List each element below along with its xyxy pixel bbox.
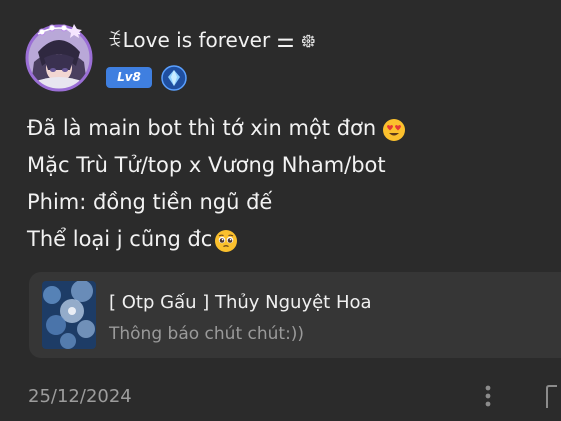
post-line-text: Đã là main bot thì tớ xin một đơn [27, 116, 377, 140]
blue-diamond-verify-icon [161, 65, 187, 91]
post-line-text: Mặc Trù Tử/top x Vương Nham/bot [27, 153, 386, 177]
post-line: Đã là main bot thì tớ xin một đơn [27, 110, 551, 147]
share-icon[interactable] [545, 382, 561, 412]
blue-flower-thumbnail [42, 281, 96, 349]
anime-avatar-icon [25, 24, 93, 92]
post-line-text: Thể loại j cũng đc [27, 227, 213, 251]
author-name[interactable]: ꉂLove is forever ⚌ ᪥ [107, 26, 316, 58]
post-date: 25/12/2024 [28, 386, 132, 407]
post-line: Phim: đồng tiền ngũ đế [27, 184, 551, 221]
level-badge: Lv8 [106, 67, 152, 88]
post-line: Thể loại j cũng đc [27, 221, 551, 258]
more-vertical-icon[interactable] [478, 382, 498, 412]
post-line: Mặc Trù Tử/top x Vương Nham/bot [27, 147, 551, 184]
post-body: Đã là main bot thì tớ xin một đơn Mặc Tr… [27, 110, 551, 258]
avatar[interactable] [24, 22, 94, 92]
post-line-text: Phim: đồng tiền ngũ đế [27, 190, 273, 214]
linked-post-subtitle: Thông báo chút chút:)) [109, 324, 305, 344]
linked-post-card[interactable]: [ Otp Gấu ] Thủy Nguyệt Hoa Thông báo ch… [29, 272, 561, 358]
linked-post-title: [ Otp Gấu ] Thủy Nguyệt Hoa [109, 292, 372, 313]
heart-eyes-emoji-icon [382, 117, 406, 141]
pleading-face-emoji-icon [214, 228, 238, 252]
